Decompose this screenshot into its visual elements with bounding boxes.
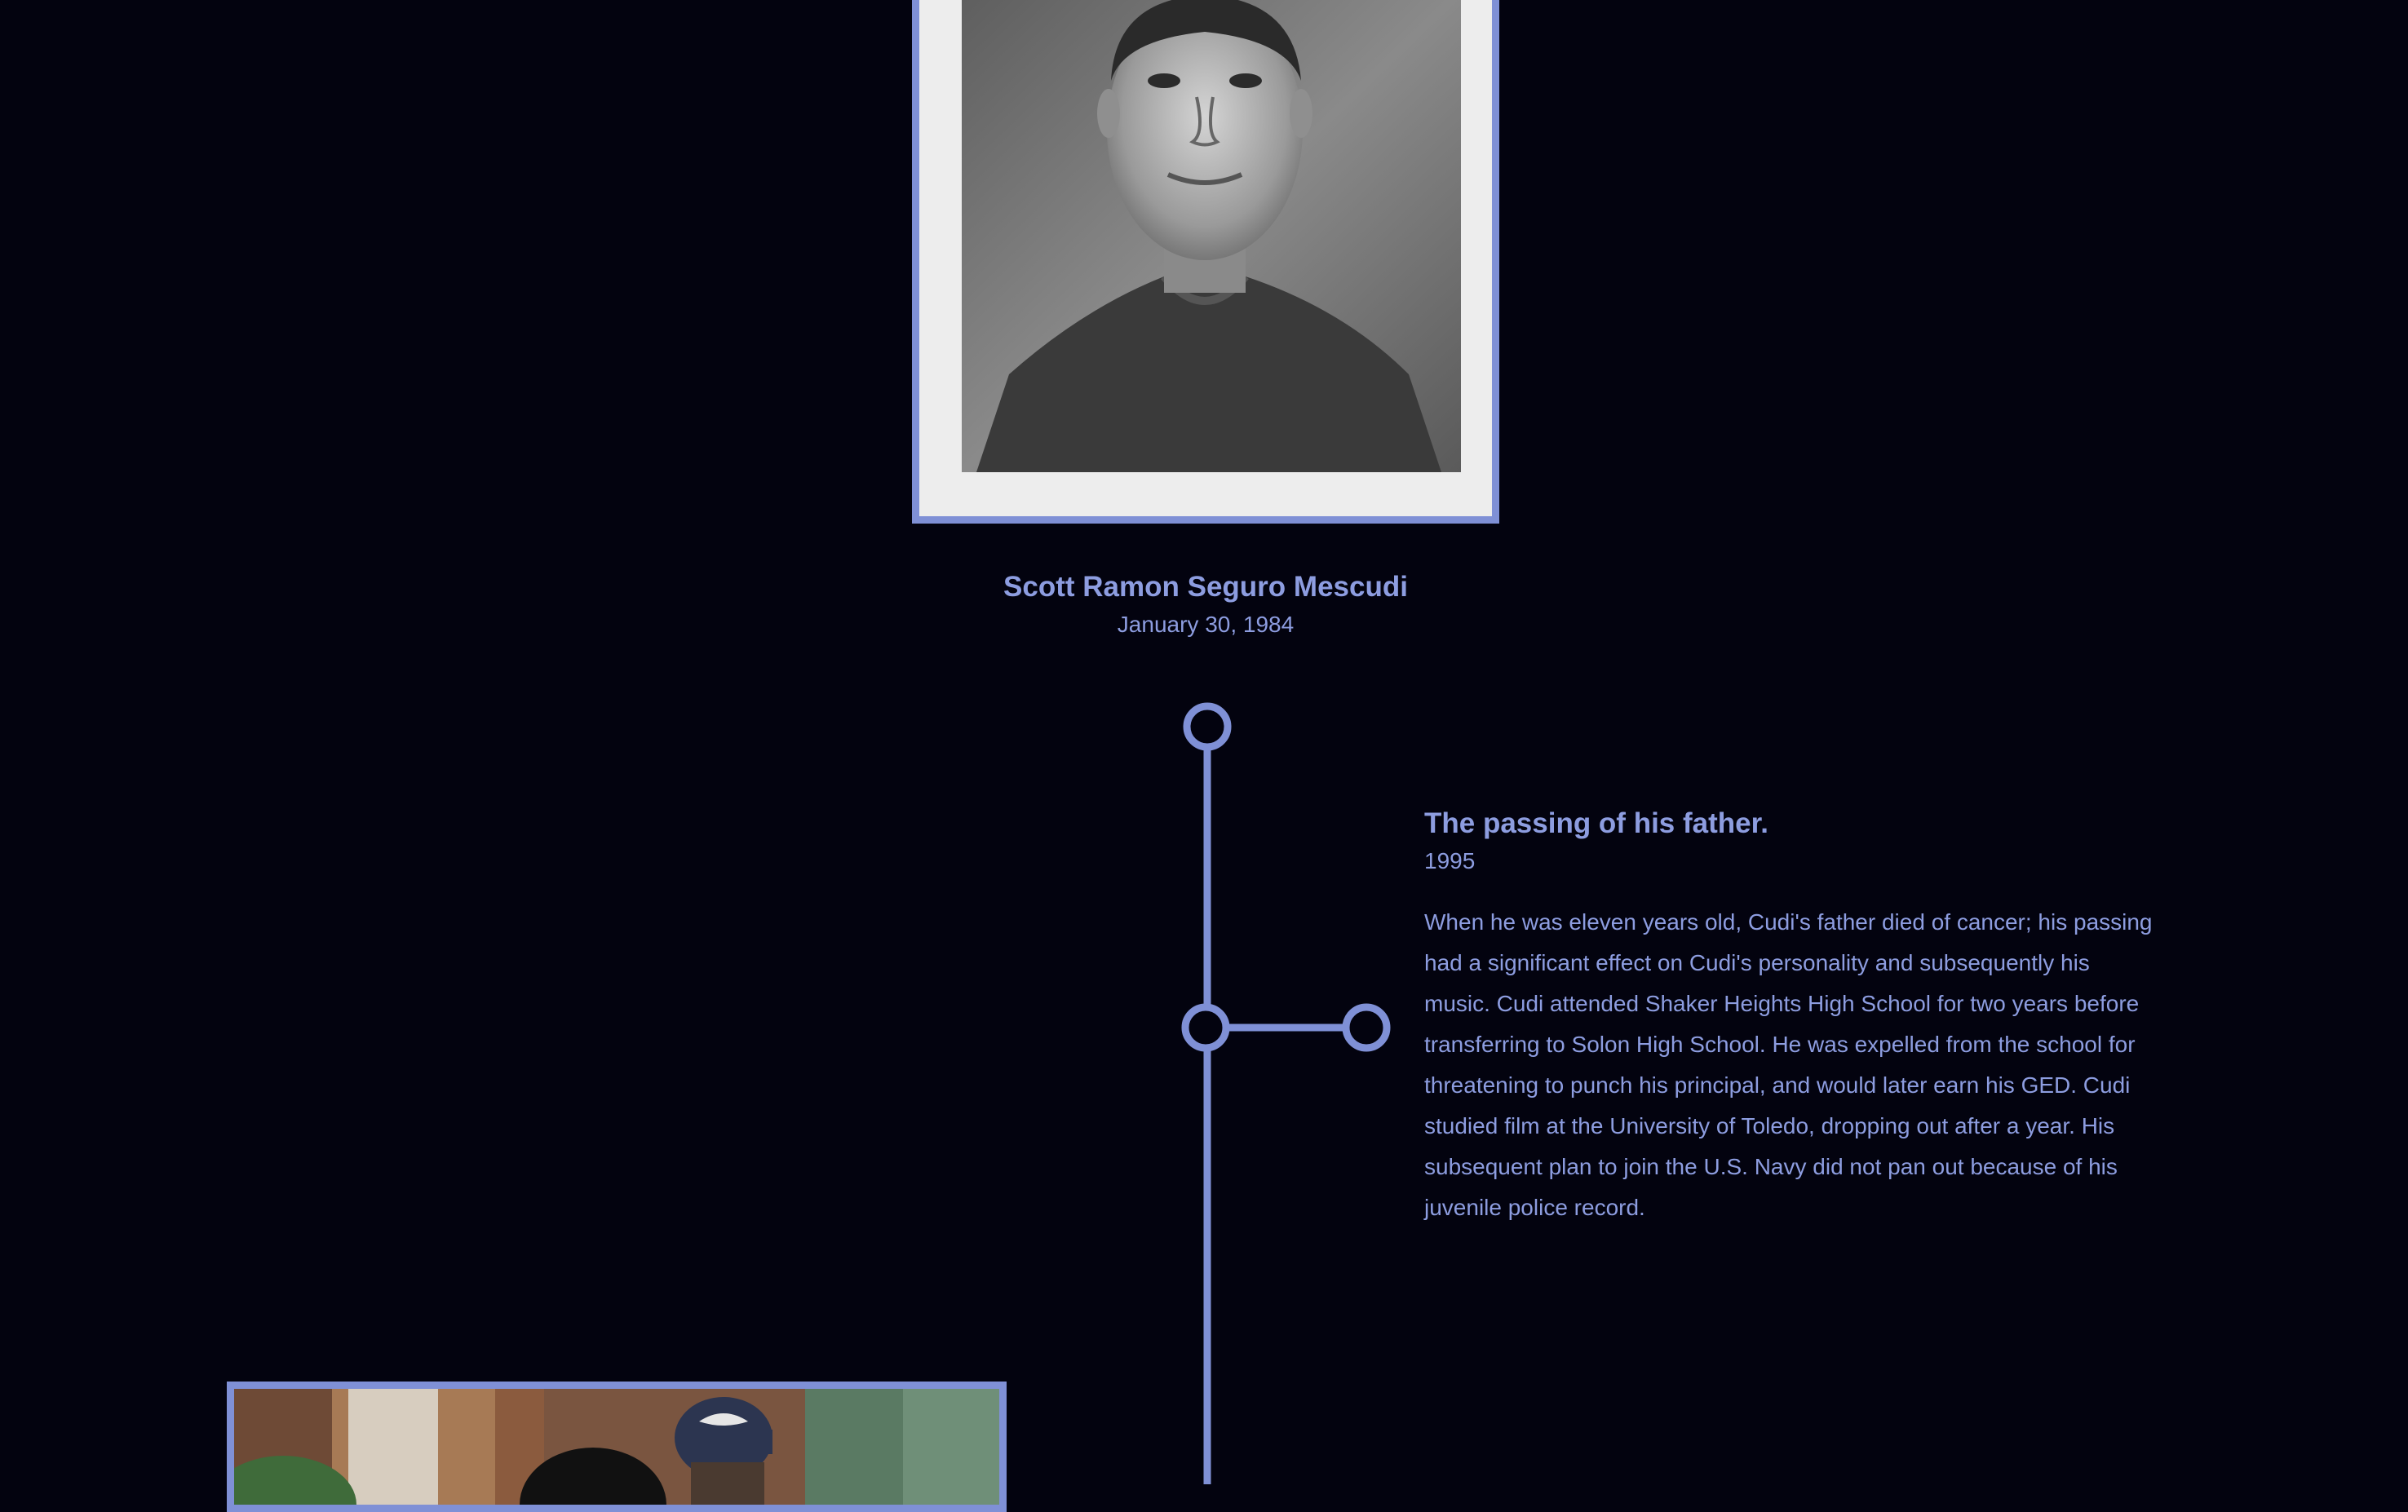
- timeline-graphic: [1181, 702, 1391, 1484]
- event-year: 1995: [1424, 848, 1476, 873]
- event-description: When he was eleven years old, Cudi's fat…: [1424, 909, 2153, 1220]
- event-photo-image: [234, 1389, 999, 1505]
- timeline-branch-node: [1342, 1003, 1391, 1052]
- timeline-start-node: [1183, 702, 1232, 751]
- timeline-event-node: [1181, 1003, 1230, 1052]
- event-title: The passing of his father.: [1424, 807, 1769, 839]
- event-photo: [227, 1382, 1007, 1512]
